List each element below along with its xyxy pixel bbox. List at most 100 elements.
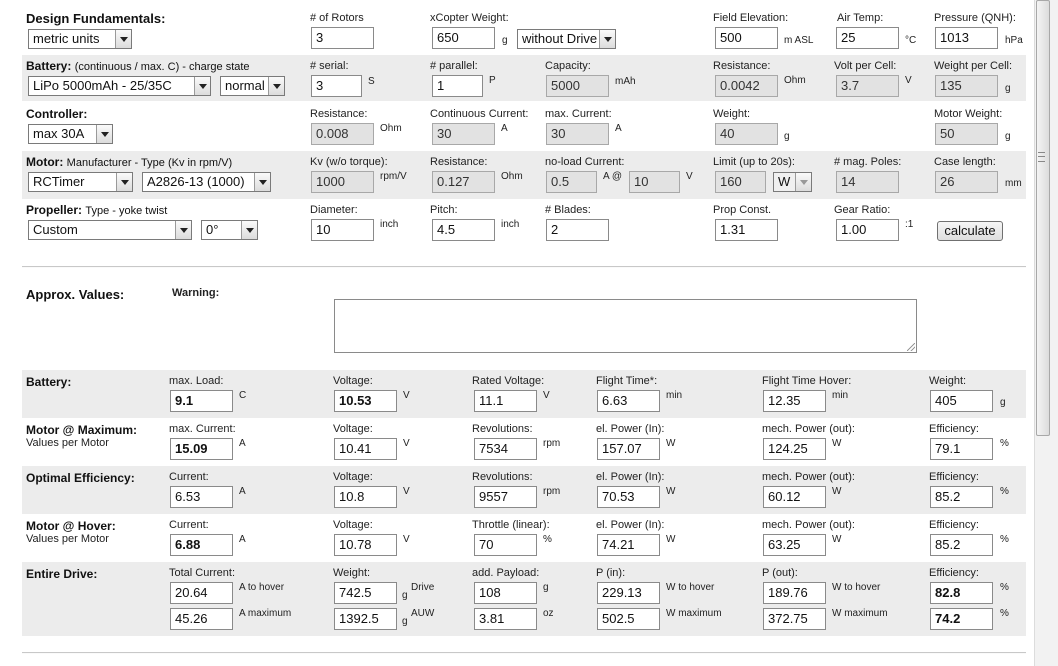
max-efficiency-unit: %: [1000, 438, 1009, 449]
yoke-twist-value: 0°: [206, 222, 219, 237]
battery-type-select[interactable]: LiPo 5000mAh - 25/35C: [28, 76, 211, 96]
flight-time-unit: min: [666, 390, 683, 401]
payload-g-unit: g: [543, 582, 549, 593]
rotors-input[interactable]: 3: [311, 27, 374, 49]
controller-max-current-label: max. Current:: [545, 108, 612, 120]
propeller-type-select[interactable]: Custom: [28, 220, 192, 240]
chevron-down-icon: [115, 30, 131, 48]
drive-weight-tag: Drive: [411, 582, 435, 593]
diameter-input[interactable]: 10: [311, 219, 374, 241]
blades-input[interactable]: 2: [546, 219, 609, 241]
warning-label: Warning:: [172, 287, 220, 299]
power-in-max-output: 502.5: [597, 608, 660, 630]
gear-ratio-input[interactable]: 1.00: [836, 219, 899, 241]
pitch-input[interactable]: 4.5: [432, 219, 495, 241]
weight-mode-select[interactable]: without Drive: [517, 29, 616, 49]
max-current-label: max. Current:: [169, 423, 236, 435]
charge-state-select[interactable]: normal: [220, 76, 285, 96]
battery-title: Battery: (continuous / max. C) - charge …: [26, 59, 250, 73]
hover-current-label: Current:: [169, 519, 209, 531]
warning-textarea[interactable]: [334, 299, 917, 353]
drive-efficiency-max-output: 74.2: [930, 608, 993, 630]
power-limit-unit-select[interactable]: W: [773, 172, 812, 192]
battery-voltage-unit: V: [403, 390, 410, 401]
propeller-subtitle: Type - yoke twist: [85, 205, 168, 217]
motor-hover-title: Motor @ Hover:: [26, 519, 116, 533]
hover-mechpower-output: 63.25: [763, 534, 826, 556]
max-voltage-label: Voltage:: [333, 423, 373, 435]
hover-voltage-label: Voltage:: [333, 519, 373, 531]
hover-current-unit: A: [239, 534, 246, 545]
rated-voltage-label: Rated Voltage:: [472, 375, 545, 387]
serial-input[interactable]: 3: [311, 75, 362, 97]
xcopter-weight-input[interactable]: 650: [432, 27, 495, 49]
battery-weight-label: Weight:: [929, 375, 967, 387]
continuous-current-input: 30: [432, 123, 495, 145]
motor-max-title: Motor @ Maximum:: [26, 423, 138, 437]
motor-title-text: Motor:: [26, 155, 64, 169]
pressure-unit: hPa: [1005, 35, 1023, 46]
parallel-unit: P: [489, 75, 496, 86]
max-revolutions-label: Revolutions:: [472, 423, 533, 435]
motor-type-value: A2826-13 (1000): [147, 174, 245, 189]
motor-manufacturer-select[interactable]: RCTimer: [28, 172, 133, 192]
calculate-button[interactable]: calculate: [937, 221, 1003, 241]
drive-weight-output: 742.5: [334, 582, 397, 604]
power-out-max-output: 372.75: [763, 608, 826, 630]
opt-voltage-unit: V: [403, 486, 410, 497]
resize-grip-icon[interactable]: [907, 343, 915, 351]
motor-type-select[interactable]: A2826-13 (1000): [142, 172, 271, 192]
opt-current-output: 6.53: [170, 486, 233, 508]
controller-select[interactable]: max 30A: [28, 124, 113, 144]
field-elevation-input[interactable]: 500: [715, 27, 778, 49]
motor-resistance-input: 0.127: [432, 171, 495, 193]
drive-efficiency-label: Efficiency:: [929, 567, 979, 579]
case-length-label: Case length:: [934, 156, 996, 168]
approx-values-title: Approx. Values:: [26, 287, 125, 302]
chevron-down-icon: [254, 173, 270, 191]
max-current-output: 15.09: [170, 438, 233, 460]
hover-current-output: 6.88: [170, 534, 233, 556]
blades-label: # Blades:: [545, 204, 591, 216]
controller-resistance-unit: Ohm: [380, 123, 402, 134]
max-load-unit: C: [239, 390, 247, 401]
payload-oz-output: 3.81: [474, 608, 537, 630]
chevron-down-icon: [268, 77, 284, 95]
air-temp-unit: °C: [905, 35, 917, 46]
max-mechpower-output: 124.25: [763, 438, 826, 460]
hover-mechpower-label: mech. Power (out):: [762, 519, 855, 531]
yoke-twist-select[interactable]: 0°: [201, 220, 258, 240]
max-elpower-output: 157.07: [597, 438, 660, 460]
opt-mechpower-unit: W: [832, 486, 842, 497]
motor-resistance-unit: Ohm: [501, 171, 523, 182]
hover-elpower-unit: W: [666, 534, 676, 545]
capacity-input: 5000: [546, 75, 609, 97]
power-limit-input: 160: [715, 171, 766, 193]
parallel-input[interactable]: 1: [432, 75, 483, 97]
controller-weight-unit: g: [784, 131, 790, 142]
power-limit-unit-value: W: [778, 174, 791, 189]
opt-voltage-output: 10.8: [334, 486, 397, 508]
scrollbar-thumb[interactable]: [1036, 0, 1050, 436]
weight-per-cell-input: 135: [935, 75, 998, 97]
max-elpower-unit: W: [666, 438, 676, 449]
gear-ratio-label: Gear Ratio:: [834, 204, 891, 216]
battery-resistance-input: 0.0042: [715, 75, 778, 97]
diameter-label: Diameter:: [310, 204, 358, 216]
controller-title: Controller:: [26, 107, 88, 121]
total-current-max-unit: A maximum: [239, 608, 292, 619]
battery-voltage-label: Voltage:: [333, 375, 373, 387]
power-out-label: P (out):: [762, 567, 798, 579]
volt-per-cell-label: Volt per Cell:: [834, 60, 897, 72]
controller-resistance-input: 0.008: [311, 123, 374, 145]
drive-efficiency-hover-output: 82.8: [930, 582, 993, 604]
pressure-input[interactable]: 1013: [935, 27, 998, 49]
units-select[interactable]: metric units: [28, 29, 132, 49]
propeller-type-value: Custom: [33, 222, 78, 237]
motor-title: Motor: Manufacturer - Type (Kv in rpm/V): [26, 155, 232, 169]
kv-label: Kv (w/o torque):: [310, 156, 388, 168]
field-elevation-unit: m ASL: [784, 35, 814, 46]
noload-voltage-unit: V: [686, 171, 693, 182]
air-temp-input[interactable]: 25: [836, 27, 899, 49]
prop-const-input[interactable]: 1.31: [715, 219, 778, 241]
